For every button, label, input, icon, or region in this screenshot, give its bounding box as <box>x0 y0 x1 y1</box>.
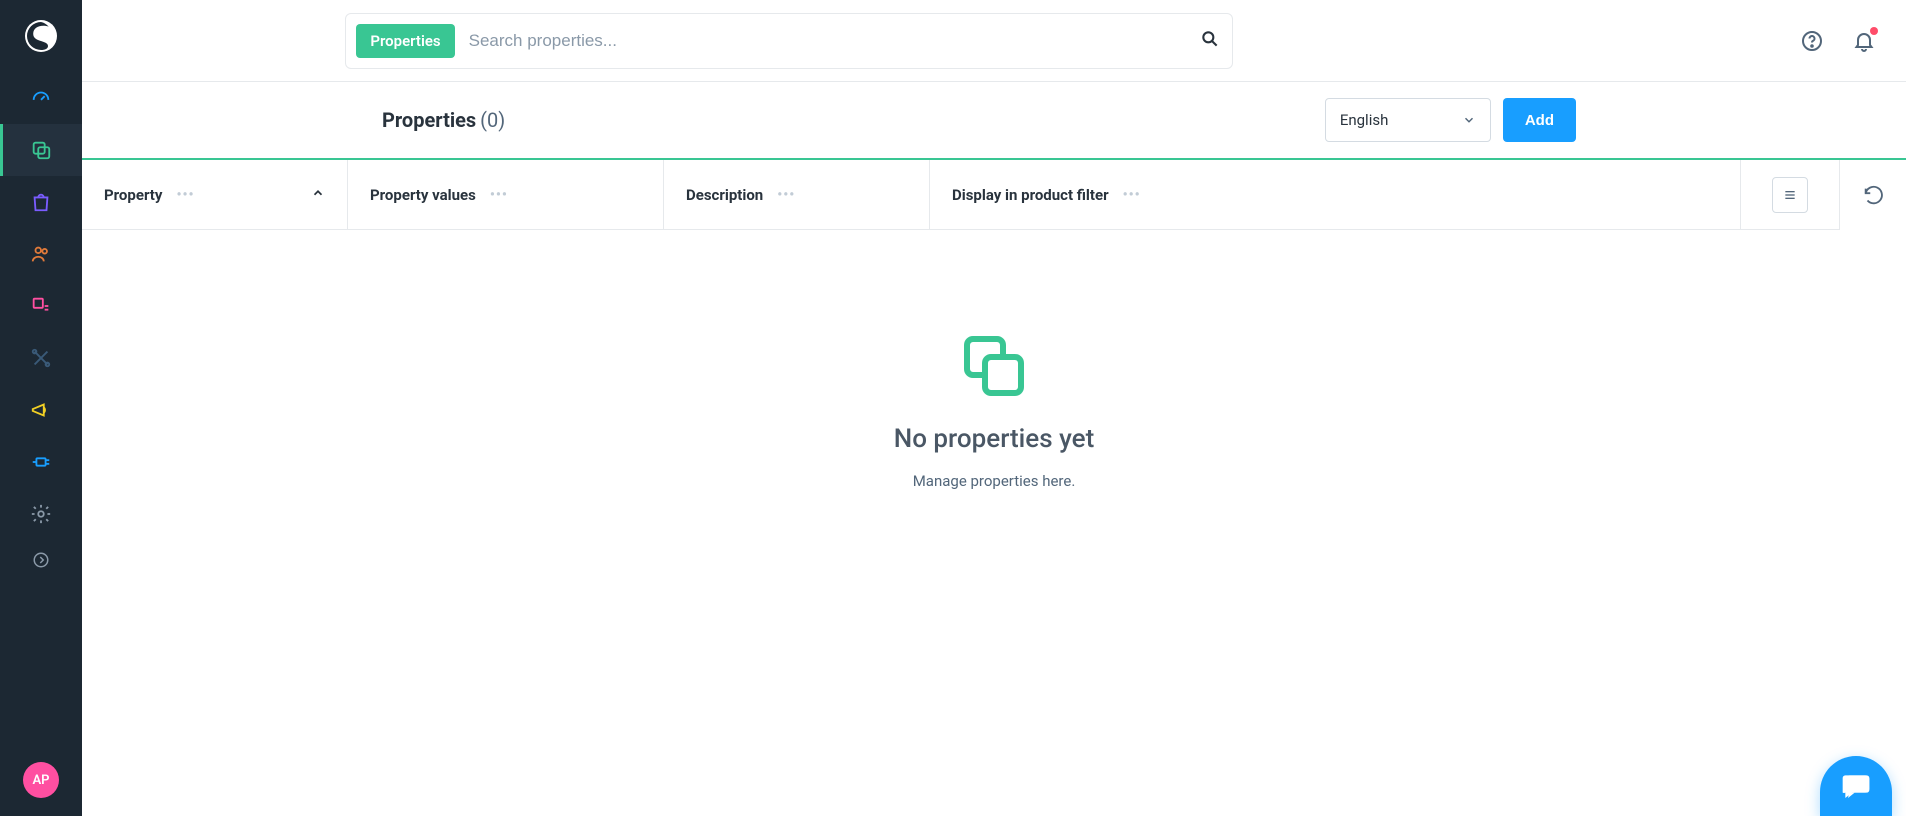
sidebar-item-settings[interactable] <box>0 488 82 540</box>
table-header-row: Property ••• Property values ••• Descrip… <box>82 160 1906 230</box>
megaphone-icon <box>30 399 52 421</box>
avatar[interactable]: AP <box>23 762 59 798</box>
chevron-up-icon <box>311 186 325 200</box>
sort-indicator[interactable] <box>311 186 325 204</box>
empty-state: No properties yet Manage properties here… <box>82 230 1906 490</box>
sidebar-item-marketing[interactable] <box>0 384 82 436</box>
notifications-button[interactable] <box>1852 29 1876 53</box>
help-button[interactable] <box>1800 29 1824 53</box>
column-drag-handle[interactable]: ••• <box>490 187 508 203</box>
page-title: Properties (0) <box>382 108 505 132</box>
avatar-initials: AP <box>32 773 49 788</box>
shopping-bag-icon <box>30 191 52 213</box>
language-select[interactable]: English <box>1325 98 1491 142</box>
crossed-tools-icon <box>30 347 52 369</box>
language-select-value: English <box>1340 111 1389 129</box>
column-drag-handle[interactable]: ••• <box>777 187 795 203</box>
sidebar-item-extensions[interactable] <box>0 436 82 488</box>
search-icon[interactable] <box>1200 29 1220 53</box>
empty-state-icon <box>958 330 1030 406</box>
column-drag-handle[interactable]: ••• <box>1123 187 1141 203</box>
main: Properties <box>82 0 1906 816</box>
add-button[interactable]: Add <box>1503 98 1576 142</box>
sidebar-item-collapse[interactable] <box>0 540 82 580</box>
chevron-down-icon <box>1462 113 1476 127</box>
properties-icon <box>958 330 1030 402</box>
list-icon <box>1782 187 1798 203</box>
shopware-logo-icon <box>23 18 59 54</box>
users-icon <box>30 243 52 265</box>
search-input[interactable] <box>469 31 1201 51</box>
sidebar-item-tools[interactable] <box>0 332 82 384</box>
chevron-right-circle-icon <box>32 551 50 569</box>
sidebar: AP <box>0 0 82 816</box>
sidebar-item-orders[interactable] <box>0 176 82 228</box>
column-drag-handle[interactable]: ••• <box>176 187 194 203</box>
topbar: Properties <box>82 0 1906 82</box>
sidebar-item-catalogues[interactable] <box>0 124 82 176</box>
logo[interactable] <box>0 0 82 72</box>
sidebar-item-customers[interactable] <box>0 228 82 280</box>
column-header-description[interactable]: Description ••• <box>664 160 930 229</box>
column-header-display-in-filter[interactable]: Display in product filter ••• <box>930 160 1741 229</box>
gear-icon <box>30 503 52 525</box>
column-header-property-values[interactable]: Property values ••• <box>348 160 664 229</box>
search-bar[interactable]: Properties <box>345 13 1233 69</box>
column-settings-button[interactable] <box>1772 177 1808 213</box>
undo-button[interactable] <box>1840 160 1906 230</box>
notification-indicator <box>1870 27 1878 35</box>
copy-icon <box>30 139 52 161</box>
column-header-settings <box>1741 160 1839 229</box>
undo-icon <box>1862 184 1884 206</box>
page-title-count: (0) <box>480 108 505 132</box>
plug-icon <box>30 451 52 473</box>
sidebar-item-dashboard[interactable] <box>0 72 82 124</box>
layout-list-icon <box>30 295 52 317</box>
empty-state-subtitle: Manage properties here. <box>913 472 1076 490</box>
chat-fab[interactable] <box>1820 756 1892 816</box>
gauge-icon <box>30 87 52 109</box>
chat-bubble-icon <box>1840 770 1872 802</box>
empty-state-title: No properties yet <box>894 424 1094 454</box>
column-header-property[interactable]: Property ••• <box>82 160 348 229</box>
search-context-tag[interactable]: Properties <box>356 24 454 58</box>
sidebar-item-content[interactable] <box>0 280 82 332</box>
help-circle-icon <box>1800 29 1824 53</box>
page-header: Properties (0) English Add <box>82 82 1906 160</box>
